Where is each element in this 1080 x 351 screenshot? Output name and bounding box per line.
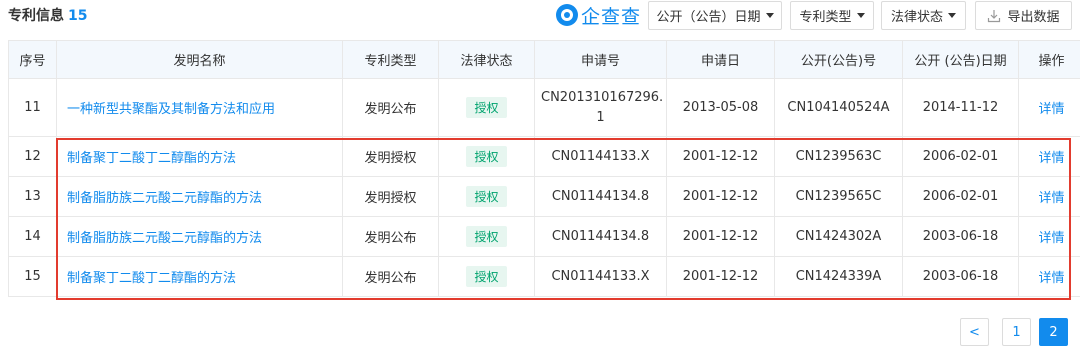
chevron-left-icon: < [969, 324, 980, 340]
section-header: 专利信息 15 企查查 公开（公告）日期 专利类型 法律状态 导出数据 [0, 0, 1080, 32]
brand-name: 企查查 [581, 5, 642, 28]
page-number: 2 [1049, 324, 1058, 340]
brand-icon [556, 4, 578, 26]
publication-date: 2006-02-01 [902, 136, 1019, 177]
chevron-down-icon [856, 13, 865, 18]
table-row: 11 一种新型共聚酯及其制备方法和应用 发明公布 授权 CN2013101672… [8, 78, 1080, 137]
legal-status-cell: 授权 [438, 78, 535, 137]
column-header-action: 操作 [1018, 40, 1080, 79]
table-row: 15 制备聚丁二酸丁二醇酯的方法 发明公布 授权 CN01144133.X 20… [8, 256, 1080, 297]
patent-type: 发明公布 [342, 256, 439, 297]
filter-legal-status-label: 法律状态 [890, 10, 943, 25]
column-header-status: 法律状态 [438, 40, 535, 79]
patent-name-link[interactable]: 制备聚丁二酸丁二醇酯的方法 [56, 136, 343, 177]
publication-number: CN1239563C [774, 136, 903, 177]
filter-pub-date-button[interactable]: 公开（公告）日期 [648, 1, 782, 30]
detail-link[interactable]: 详情 [1018, 78, 1080, 137]
row-number: 11 [8, 78, 57, 137]
application-number: CN01144133.X [534, 256, 667, 297]
row-number: 15 [8, 256, 57, 297]
patent-type: 发明公布 [342, 216, 439, 257]
legal-status-cell: 授权 [438, 256, 535, 297]
row-number: 14 [8, 216, 57, 257]
table-row: 12 制备聚丁二酸丁二醇酯的方法 发明授权 授权 CN01144133.X 20… [8, 136, 1080, 177]
table-header-row: 序号 发明名称 专利类型 法律状态 申请号 申请日 公开(公告)号 公开 (公告… [8, 40, 1080, 79]
column-header-no: 序号 [8, 40, 57, 79]
export-icon [988, 9, 1001, 22]
table-row: 14 制备脂肪族二元酸二元醇酯的方法 发明公布 授权 CN01144134.8 … [8, 216, 1080, 257]
application-date: 2001-12-12 [666, 136, 775, 177]
application-number: CN201310167296. 1 [534, 78, 667, 137]
section-title-text: 专利信息 [8, 8, 64, 24]
chevron-down-icon [765, 13, 774, 18]
row-number: 12 [8, 136, 57, 177]
column-header-pub-no: 公开(公告)号 [774, 40, 903, 79]
chevron-down-icon [948, 13, 956, 18]
status-badge: 授权 [466, 186, 507, 207]
publication-date: 2006-02-01 [902, 176, 1019, 217]
filter-legal-status-button[interactable]: 法律状态 [881, 1, 966, 30]
application-date: 2001-12-12 [666, 256, 775, 297]
patent-type: 发明授权 [342, 136, 439, 177]
patent-name-link[interactable]: 制备脂肪族二元酸二元醇酯的方法 [56, 216, 343, 257]
application-date: 2001-12-12 [666, 176, 775, 217]
column-header-app-date: 申请日 [666, 40, 775, 79]
publication-date: 2003-06-18 [902, 256, 1019, 297]
page-number: 1 [1012, 324, 1021, 340]
application-number: CN01144134.8 [534, 216, 667, 257]
column-header-name: 发明名称 [56, 40, 343, 79]
publication-number: CN1424302A [774, 216, 903, 257]
patent-name-link[interactable]: 制备聚丁二酸丁二醇酯的方法 [56, 256, 343, 297]
application-date: 2013-05-08 [666, 78, 775, 137]
status-badge: 授权 [466, 146, 507, 167]
legal-status-cell: 授权 [438, 216, 535, 257]
application-date: 2001-12-12 [666, 216, 775, 257]
patent-count: 15 [68, 8, 88, 24]
section-title: 专利信息 15 [8, 5, 87, 25]
patent-name-link[interactable]: 一种新型共聚酯及其制备方法和应用 [56, 78, 343, 137]
application-number-part1: CN201310167296. [541, 89, 664, 105]
patent-table: 序号 发明名称 专利类型 法律状态 申请号 申请日 公开(公告)号 公开 (公告… [8, 40, 1080, 297]
column-header-type: 专利类型 [342, 40, 439, 79]
detail-link[interactable]: 详情 [1018, 176, 1080, 217]
publication-date: 2014-11-12 [902, 78, 1019, 137]
publication-date: 2003-06-18 [902, 216, 1019, 257]
pagination-page-1[interactable]: 1 [1002, 318, 1031, 346]
legal-status-cell: 授权 [438, 136, 535, 177]
filter-patent-type-label: 专利类型 [799, 10, 852, 25]
column-header-app-no: 申请号 [534, 40, 667, 79]
legal-status-cell: 授权 [438, 176, 535, 217]
status-badge: 授权 [466, 266, 507, 287]
patent-type: 发明授权 [342, 176, 439, 217]
detail-link[interactable]: 详情 [1018, 216, 1080, 257]
table-row: 13 制备脂肪族二元酸二元醇酯的方法 发明授权 授权 CN01144134.8 … [8, 176, 1080, 217]
publication-number: CN104140524A [774, 78, 903, 137]
filter-pub-date-label: 公开（公告）日期 [656, 10, 761, 25]
publication-number: CN1424339A [774, 256, 903, 297]
row-number: 13 [8, 176, 57, 217]
brand-logo: 企查查 [556, 2, 641, 28]
detail-link[interactable]: 详情 [1018, 136, 1080, 177]
status-badge: 授权 [466, 97, 507, 118]
filter-patent-type-button[interactable]: 专利类型 [790, 1, 874, 30]
export-data-button[interactable]: 导出数据 [975, 1, 1072, 30]
patent-type: 发明公布 [342, 78, 439, 137]
status-badge: 授权 [466, 226, 507, 247]
patent-name-link[interactable]: 制备脂肪族二元酸二元醇酯的方法 [56, 176, 343, 217]
application-number: CN01144134.8 [534, 176, 667, 217]
export-data-label: 导出数据 [1007, 10, 1060, 25]
column-header-pub-date: 公开 (公告)日期 [902, 40, 1019, 79]
pagination-prev-button[interactable]: < [960, 318, 989, 346]
application-number: CN01144133.X [534, 136, 667, 177]
detail-link[interactable]: 详情 [1018, 256, 1080, 297]
publication-number: CN1239565C [774, 176, 903, 217]
pagination-page-2[interactable]: 2 [1039, 318, 1068, 346]
application-number-part2: 1 [596, 109, 605, 125]
